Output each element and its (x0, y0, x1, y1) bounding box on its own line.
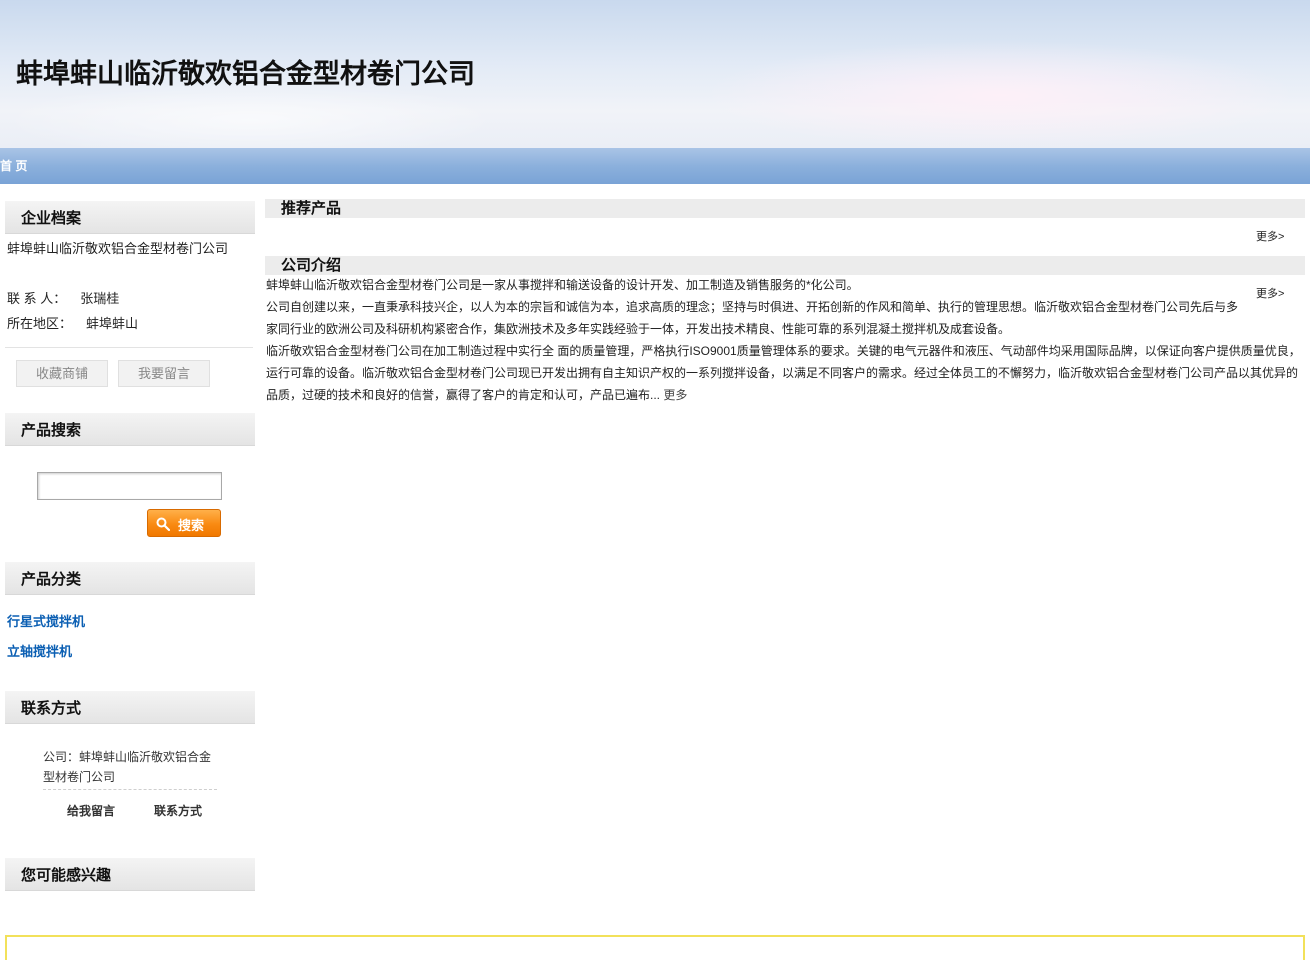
recommended-heading-label: 推荐产品 (281, 199, 342, 217)
banner-glow (700, 40, 1300, 148)
intro-paragraph-text: 临沂敬欢铝合金型材卷门公司在加工制造过程中实行全 面的质量管理，严格执行ISO9… (266, 344, 1301, 402)
interest-heading-label: 您可能感兴趣 (21, 866, 112, 884)
nav-home-link[interactable]: 首 页 (0, 157, 27, 174)
nav-bar: 首 页 (0, 148, 1310, 184)
recommended-heading: 推荐产品 (265, 199, 1305, 218)
profile-region-label: 所在地区： (7, 316, 73, 331)
categories-heading-label: 产品分类 (21, 570, 82, 588)
intro-paragraph: 蚌埠蚌山临沂敬欢铝合金型材卷门公司是一家从事搅拌和输送设备的设计开发、加工制造及… (266, 278, 859, 292)
profile-heading: 企业档案 (5, 201, 255, 234)
search-icon (156, 517, 171, 534)
contact-heading-label: 联系方式 (21, 699, 82, 717)
search-heading-label: 产品搜索 (21, 421, 82, 439)
search-button-label: 搜索 (178, 518, 205, 533)
intro-heading: 公司介绍 (265, 256, 1305, 275)
profile-contact-row: 联 系 人： 张瑞桂 (7, 286, 119, 311)
intro-paragraph-last: 临沂敬欢铝合金型材卷门公司在加工制造过程中实行全 面的质量管理，严格执行ISO9… (266, 340, 1302, 406)
contact-heading: 联系方式 (5, 691, 255, 724)
intro-heading-label: 公司介绍 (281, 256, 342, 274)
contact-company: 公司：蚌埠蚌山临沂敬欢铝合金型材卷门公司 (43, 750, 212, 784)
leave-message-button[interactable]: 我要留言 (118, 360, 210, 387)
search-heading: 产品搜索 (5, 413, 255, 446)
profile-heading-label: 企业档案 (21, 209, 82, 227)
recommended-more-link[interactable]: 更多> (1256, 228, 1284, 244)
header-banner: 蚌埠蚌山临沂敬欢铝合金型材卷门公司 (0, 0, 1310, 148)
intro-inline-more-link[interactable]: 更多 (663, 388, 687, 402)
interest-heading: 您可能感兴趣 (5, 858, 255, 891)
search-button[interactable]: 搜索 (147, 509, 221, 537)
leave-message-link[interactable]: 给我留言 (67, 802, 115, 819)
footer-box (5, 935, 1305, 960)
category-link-vertical-shaft-mixer[interactable]: 立轴搅拌机 (7, 641, 72, 660)
site-title: 蚌埠蚌山临沂敬欢铝合金型材卷门公司 (16, 59, 475, 90)
profile-region-value: 蚌埠蚌山 (86, 316, 139, 331)
profile-region-row: 所在地区： 蚌埠蚌山 (7, 311, 138, 336)
company-intro-text: 蚌埠蚌山临沂敬欢铝合金型材卷门公司是一家从事搅拌和输送设备的设计开发、加工制造及… (266, 274, 1302, 406)
contact-divider (43, 789, 217, 790)
profile-contact-label: 联 系 人： (7, 291, 67, 306)
profile-divider (5, 347, 253, 348)
profile-contact-value: 张瑞桂 (80, 291, 120, 306)
product-search-input[interactable] (37, 472, 222, 500)
category-link-planetary-mixer[interactable]: 行星式搅拌机 (7, 611, 85, 630)
categories-heading: 产品分类 (5, 562, 255, 595)
contact-info-link[interactable]: 联系方式 (154, 802, 202, 819)
profile-company-name: 蚌埠蚌山临沂敬欢铝合金型材卷门公司 (7, 241, 229, 256)
intro-paragraph: 公司自创建以来，一直秉承科技兴企，以人为本的宗旨和诚信为本，追求高质的理念；坚持… (266, 300, 1239, 336)
favorite-store-button[interactable]: 收藏商铺 (16, 360, 108, 387)
